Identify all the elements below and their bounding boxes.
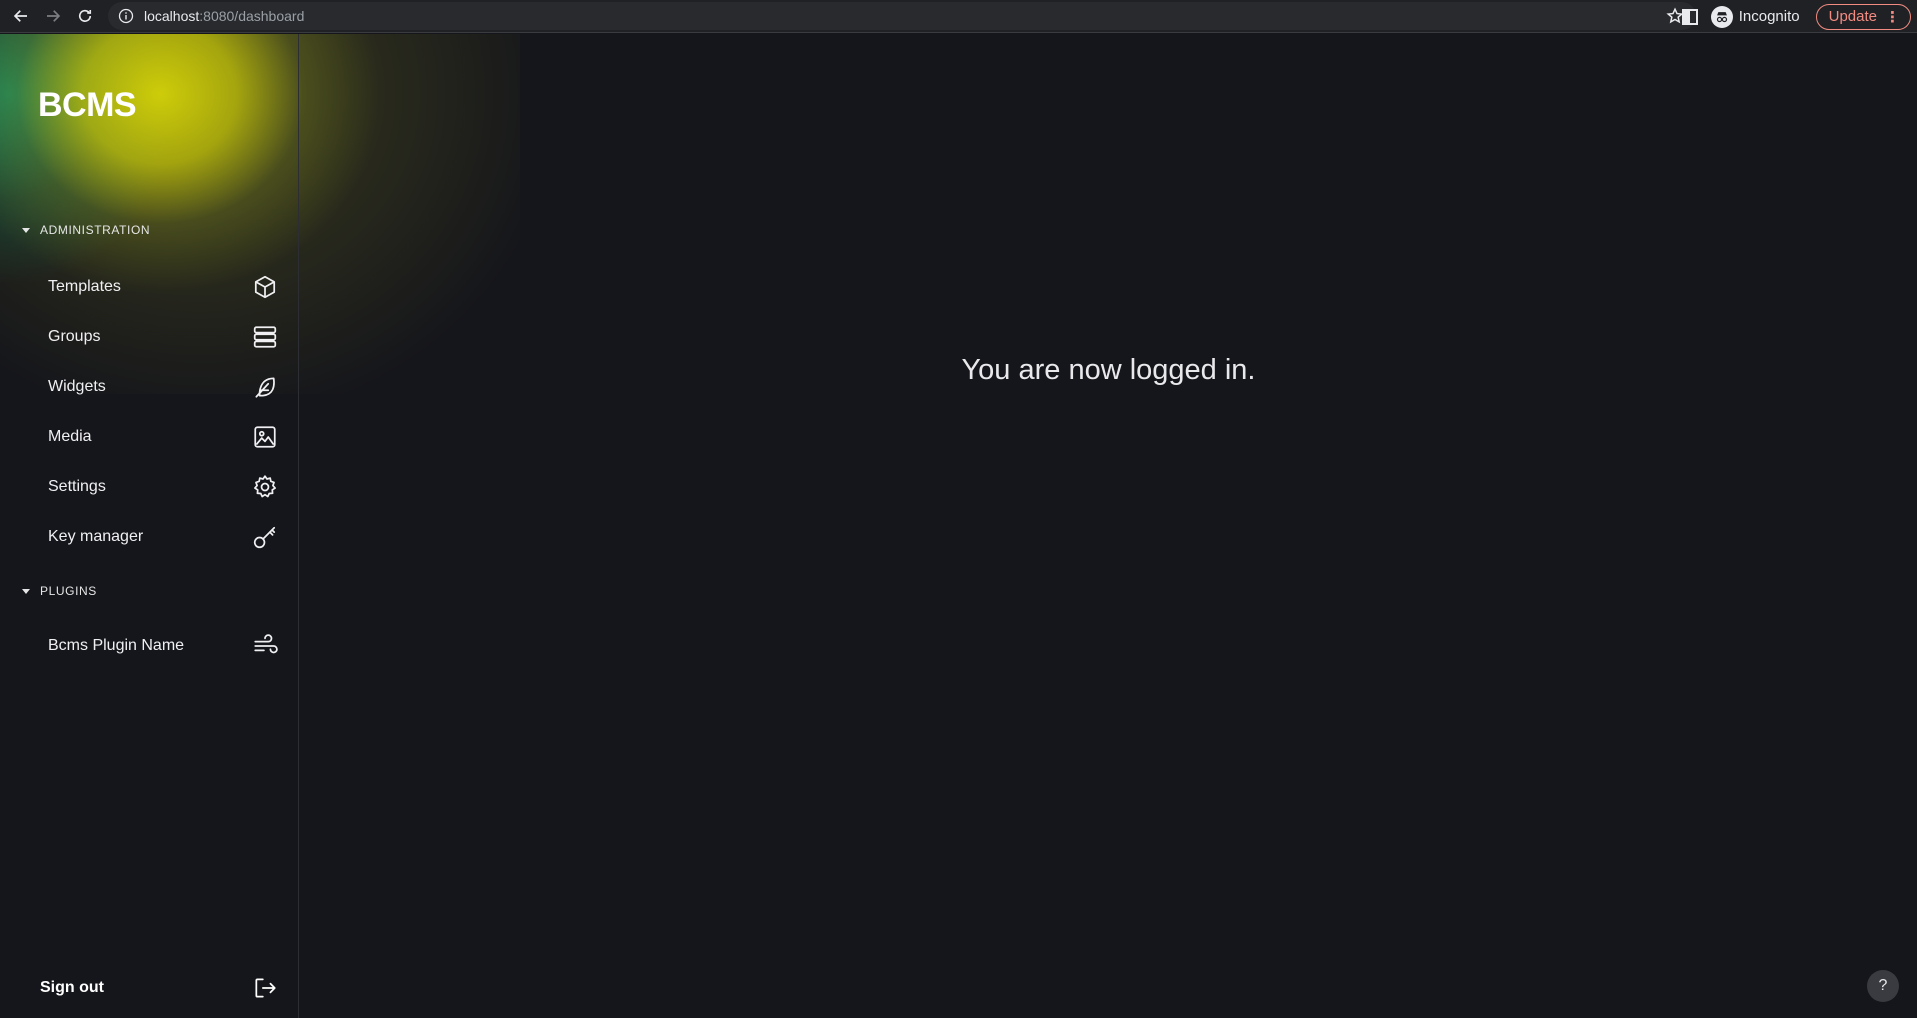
logout-icon (255, 978, 276, 998)
help-button[interactable]: ? (1867, 970, 1899, 1002)
sidebar-item-label: Media (48, 428, 92, 445)
incognito-icon[interactable] (1710, 5, 1733, 28)
key-icon (253, 526, 276, 549)
incognito-label: Incognito (1738, 8, 1800, 25)
reload-button[interactable] (70, 1, 100, 31)
arrow-right-icon (47, 10, 61, 22)
caret-down-icon (22, 227, 30, 233)
side-panel-icon[interactable] (1681, 8, 1699, 26)
toolbar-right: Incognito Update ⋮ (1681, 0, 1917, 33)
section-label: ADMINISTRATION (40, 223, 151, 237)
wind-icon (254, 634, 278, 654)
sidebar-item-label: Bcms Plugin Name (48, 637, 185, 654)
back-button[interactable] (6, 1, 36, 31)
bcms-logo[interactable]: BCMS (38, 86, 137, 125)
gear-icon (254, 475, 276, 498)
url-host: localhost (144, 8, 200, 24)
caret-down-icon (22, 588, 30, 594)
sidebar-item-widgets[interactable]: Widgets (48, 367, 278, 407)
update-button[interactable]: Update ⋮ (1815, 3, 1911, 30)
section-administration-toggle[interactable]: ADMINISTRATION (22, 223, 150, 237)
sidebar-item-label: Templates (48, 278, 121, 295)
sidebar-item-groups[interactable]: Groups (48, 317, 278, 357)
more-vertical-icon: ⋮ (1885, 8, 1900, 26)
reload-icon (78, 9, 92, 22)
sign-out-label: Sign out (40, 979, 104, 996)
section-plugins-toggle[interactable]: PLUGINS (22, 584, 97, 598)
sidebar-item-bcms-plugin[interactable]: Bcms Plugin Name (48, 626, 278, 666)
login-message: You are now logged in. (961, 354, 1256, 386)
info-icon[interactable] (118, 8, 134, 24)
layers-icon (253, 326, 277, 348)
browser-toolbar: localhost:8080/dashboard Incognito Updat… (0, 0, 1917, 33)
sidebar-item-key-manager[interactable]: Key manager (48, 517, 278, 557)
sidebar-item-label: Groups (48, 328, 101, 345)
update-label: Update (1828, 8, 1877, 25)
section-label: PLUGINS (40, 584, 97, 598)
sidebar-item-label: Key manager (48, 528, 144, 545)
sidebar-item-label: Settings (48, 478, 106, 495)
url-text: localhost:8080/dashboard (144, 8, 304, 24)
app-root: BCMS ADMINISTRATION Templates Groups Wid… (0, 34, 1917, 1018)
forward-button[interactable] (38, 1, 68, 31)
sidebar-item-settings[interactable]: Settings (48, 467, 278, 507)
sidebar-item-label: Widgets (48, 378, 106, 395)
image-icon (254, 426, 276, 448)
cube-icon (254, 275, 276, 299)
url-path: :8080/dashboard (199, 8, 305, 24)
feather-icon (255, 377, 275, 398)
sidebar: BCMS ADMINISTRATION Templates Groups Wid… (0, 34, 299, 1018)
sign-out-button[interactable]: Sign out (40, 968, 278, 1008)
sidebar-item-templates[interactable]: Templates (48, 267, 278, 307)
sidebar-item-media[interactable]: Media (48, 417, 278, 457)
arrow-left-icon (13, 10, 27, 22)
address-bar[interactable]: localhost:8080/dashboard (108, 2, 1696, 30)
